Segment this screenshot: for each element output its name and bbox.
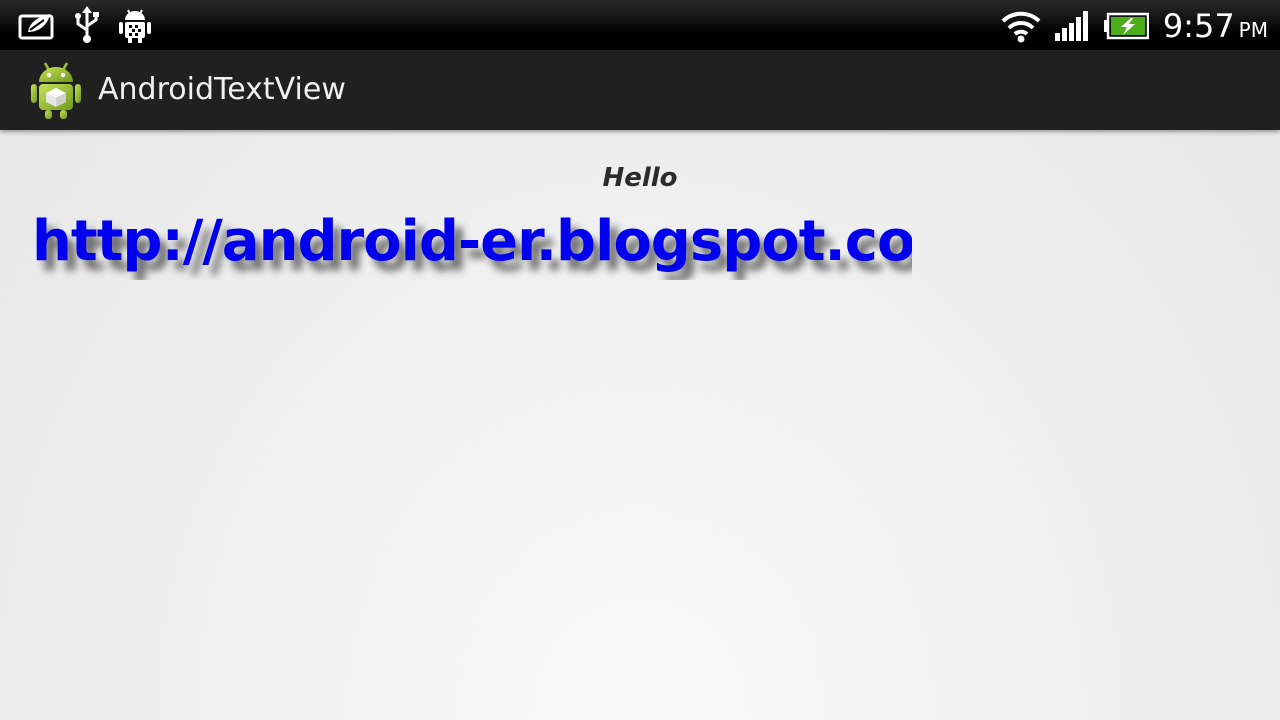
status-bar: 9:57 PM <box>0 0 1280 50</box>
clock-ampm: PM <box>1238 18 1268 42</box>
signal-icon <box>1054 11 1089 41</box>
clock-time: 9:57 <box>1162 7 1235 45</box>
action-bar: AndroidTextView <box>0 50 1280 130</box>
tablet-leaf-icon <box>18 6 56 44</box>
wifi-icon <box>1001 9 1041 43</box>
system-status: 9:57 PM <box>1001 6 1268 46</box>
link-container: http://android-er.blogspot.com/ <box>32 210 912 280</box>
device-screen: 9:57 PM AndroidTextView Hello http://and… <box>0 0 1280 720</box>
usb-icon <box>72 6 102 44</box>
android-app-icon[interactable] <box>30 60 82 120</box>
blog-link[interactable]: http://android-er.blogspot.com/ <box>32 210 912 274</box>
battery-charging-icon <box>1103 11 1149 41</box>
notification-icons <box>18 6 152 44</box>
hello-text: Hello <box>602 163 678 193</box>
clock: 9:57 PM <box>1163 7 1268 45</box>
app-title: AndroidTextView <box>98 72 346 107</box>
android-debug-icon <box>118 6 152 44</box>
